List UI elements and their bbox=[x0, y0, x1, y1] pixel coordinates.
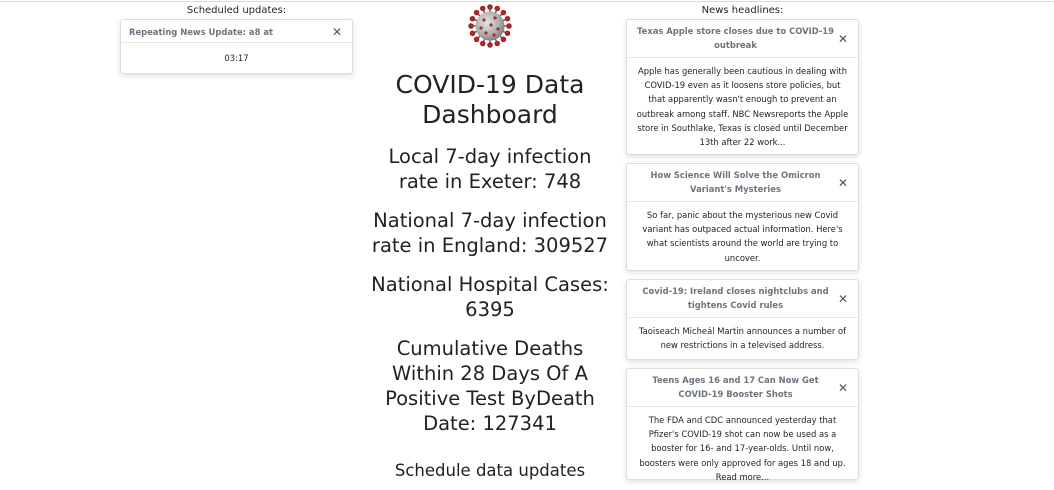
scheduled-update-title: Repeating News Update: a8 at bbox=[129, 27, 273, 37]
close-icon[interactable]: ✕ bbox=[838, 33, 848, 45]
scheduled-update-time: 03:17 bbox=[224, 53, 249, 63]
news-article-header: Covid-19: Ireland closes nightclubs and … bbox=[627, 280, 858, 318]
top-divider bbox=[0, 1, 1054, 2]
cumulative-deaths: Cumulative Deaths Within 28 Days Of A Po… bbox=[385, 337, 595, 435]
close-icon[interactable]: ✕ bbox=[838, 382, 848, 394]
news-article-title: How Science Will Solve the Omicron Varia… bbox=[650, 170, 821, 194]
scheduled-updates-heading: Scheduled updates: bbox=[186, 5, 287, 16]
news-headlines-panel: News headlines: Texas Apple store closes… bbox=[626, 4, 859, 482]
dashboard-main: COVID-19 Data Dashboard Local 7-day infe… bbox=[370, 4, 610, 481]
news-article-title: Teens Ages 16 and 17 Can Now Get COVID-1… bbox=[652, 375, 819, 399]
news-article-header: Teens Ages 16 and 17 Can Now Get COVID-1… bbox=[627, 369, 858, 407]
news-article-body: So far, panic about the mysterious new C… bbox=[642, 210, 843, 263]
news-headlines-heading: News headlines: bbox=[701, 5, 784, 16]
news-article-body: Taoiseach Micheál Martin announces a num… bbox=[638, 326, 847, 351]
news-article-title: Texas Apple store closes due to COVID-19… bbox=[637, 26, 834, 50]
close-icon[interactable]: ✕ bbox=[838, 293, 848, 305]
news-article-header: Texas Apple store closes due to COVID-19… bbox=[627, 20, 858, 58]
hospital-cases: National Hospital Cases: 6395 bbox=[371, 273, 609, 321]
news-article-title: Covid-19: Ireland closes nightclubs and … bbox=[642, 286, 829, 310]
news-article-body: Apple has generally been cautious in dea… bbox=[636, 66, 849, 148]
news-article-card: How Science Will Solve the Omicron Varia… bbox=[626, 163, 859, 271]
national-infection-rate: National 7-day infection rate in England… bbox=[371, 209, 609, 257]
local-infection-rate: Local 7-day infection rate in Exeter: 74… bbox=[388, 145, 592, 193]
news-article-card: Texas Apple store closes due to COVID-19… bbox=[626, 19, 859, 155]
scheduled-update-toast: Repeating News Update: a8 at ✕ 03:17 bbox=[120, 19, 353, 74]
scheduled-update-header: Repeating News Update: a8 at ✕ bbox=[121, 20, 352, 43]
news-article-header: How Science Will Solve the Omicron Varia… bbox=[627, 164, 858, 202]
coronavirus-icon bbox=[468, 4, 512, 48]
scheduled-updates-panel: Scheduled updates: Repeating News Update… bbox=[120, 4, 353, 74]
news-article-body: The FDA and CDC announced yesterday that… bbox=[639, 415, 846, 482]
schedule-data-updates-heading: Schedule data updates bbox=[394, 461, 586, 480]
page-title: COVID-19 Data Dashboard bbox=[395, 70, 585, 129]
news-article-card: Covid-19: Ireland closes nightclubs and … bbox=[626, 279, 859, 360]
close-icon[interactable]: ✕ bbox=[838, 177, 848, 189]
close-icon[interactable]: ✕ bbox=[332, 26, 342, 38]
news-article-card: Teens Ages 16 and 17 Can Now Get COVID-1… bbox=[626, 368, 859, 482]
